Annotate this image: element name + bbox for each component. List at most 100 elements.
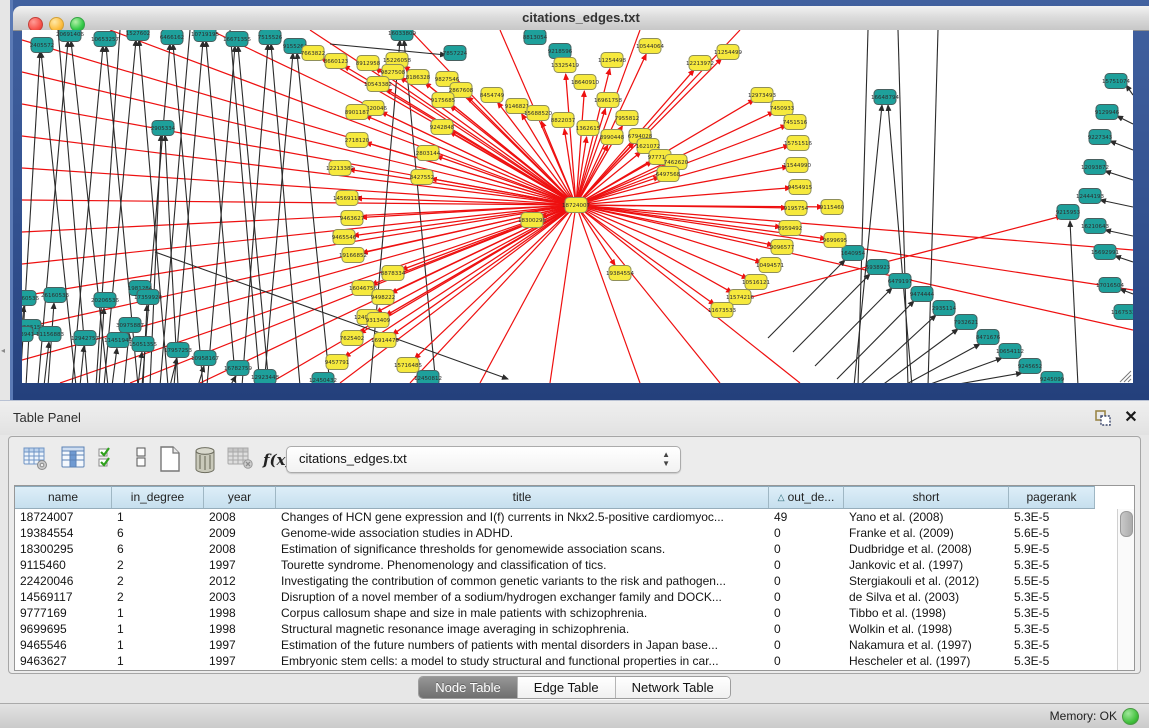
citation-edge[interactable] [576,205,773,245]
cell-pagerank[interactable]: 5.3E-5 [1009,509,1095,525]
cell-out-de-[interactable]: 0 [769,653,844,669]
splitter-collapse-icon[interactable]: ◂ [1,346,9,356]
cell-year[interactable]: 1997 [204,653,276,669]
column-header-in-degree[interactable]: in_degree [112,486,204,508]
citation-edge-black[interactable] [854,105,882,383]
cell-pagerank[interactable]: 5.5E-5 [1009,573,1095,589]
table-row[interactable]: 969969511998Structural magnetic resonanc… [15,621,1117,637]
tab-network-table[interactable]: Network Table [616,677,730,698]
citation-edge-black[interactable] [1115,256,1133,262]
cell-out-de-[interactable]: 0 [769,637,844,653]
cell-year[interactable]: 2012 [204,573,276,589]
resize-grip-icon[interactable] [1124,375,1131,382]
delete-icon[interactable] [191,445,219,475]
table-row[interactable]: 1938455462009Genome-wide association stu… [15,525,1117,541]
citation-edge[interactable] [576,205,1133,330]
select-rows-icon[interactable] [97,445,125,475]
citation-edge-black[interactable] [271,44,300,383]
citation-edge-black[interactable] [139,40,168,383]
cell-in-degree[interactable]: 2 [112,557,204,573]
table-row[interactable]: 977716911998Corpus callosum shape and si… [15,605,1117,621]
cell-out-de-[interactable]: 0 [769,541,844,557]
citation-edge[interactable] [576,205,615,265]
cell-short[interactable]: Tibbo et al. (1998) [844,605,1009,621]
cell-year[interactable]: 1997 [204,637,276,653]
cell-title[interactable]: Corpus callosum shape and size in male p… [276,605,769,621]
cell-out-de-[interactable]: 0 [769,589,844,605]
citation-edge-black[interactable] [925,358,1002,383]
cell-short[interactable]: Stergiakouli et al. (2012) [844,573,1009,589]
citation-edge-black[interactable] [112,348,117,383]
cell-year[interactable]: 2008 [204,509,276,525]
window-titlebar[interactable]: citations_edges.txt [13,6,1149,31]
citation-edge[interactable] [576,205,732,293]
table-row[interactable]: 2242004622012Investigating the contribut… [15,573,1117,589]
cell-year[interactable]: 2008 [204,541,276,557]
cell-in-degree[interactable]: 1 [112,509,204,525]
close-panel-icon[interactable]: ✕ [1121,408,1141,428]
cell-short[interactable]: de Silva et al. (2003) [844,589,1009,605]
cell-in-degree[interactable]: 2 [112,573,204,589]
cell-title[interactable]: Structural magnetic resonance image aver… [276,621,769,637]
cell-name[interactable]: 9699695 [15,621,112,637]
cell-name[interactable]: 14569117 [15,589,112,605]
citation-edge[interactable] [576,205,781,227]
cell-pagerank[interactable]: 5.3E-5 [1009,653,1095,669]
cell-pagerank[interactable]: 5.3E-5 [1009,589,1095,605]
column-edit-icon[interactable] [61,445,89,475]
cell-out-de-[interactable]: 0 [769,557,844,573]
cell-out-de-[interactable]: 0 [769,525,844,541]
cell-title[interactable]: Tourette syndrome. Phenomenology and cla… [276,557,769,573]
cell-short[interactable]: Wolkin et al. (1998) [844,621,1009,637]
cell-pagerank[interactable]: 5.3E-5 [1009,621,1095,637]
column-header-out-de-[interactable]: △out_de... [769,486,844,508]
cell-year[interactable]: 2003 [204,589,276,605]
citation-edge-black[interactable] [1117,116,1133,124]
delete-table-icon[interactable] [227,445,255,475]
new-file-icon[interactable] [157,445,185,475]
citation-edge[interactable] [576,205,800,383]
cell-in-degree[interactable]: 1 [112,605,204,621]
citation-edge[interactable] [480,205,576,383]
cell-short[interactable]: Jankovic et al. (1997) [844,557,1009,573]
cell-in-degree[interactable]: 6 [112,525,204,541]
cell-in-degree[interactable]: 6 [112,541,204,557]
citation-edge[interactable] [576,205,640,383]
citation-edge-black[interactable] [888,105,912,383]
cell-title[interactable]: Embryonic stem cells: a model to study s… [276,653,769,669]
citation-edge-black[interactable] [1126,85,1133,95]
cell-short[interactable]: Nakamura et al. (1997) [844,637,1009,653]
scrollbar-thumb[interactable] [1120,511,1133,537]
tab-edge-table[interactable]: Edge Table [518,677,616,698]
citation-edge-black[interactable] [859,315,936,383]
cell-name[interactable]: 9465546 [15,637,112,653]
cell-pagerank[interactable]: 5.3E-5 [1009,637,1095,653]
citation-edge[interactable] [576,205,761,262]
citation-edge[interactable] [550,205,576,383]
cell-title[interactable]: Estimation of significance thresholds fo… [276,541,769,557]
cell-short[interactable]: Franke et al. (2009) [844,525,1009,541]
citation-edge[interactable] [576,205,1133,250]
citation-network-graph[interactable]: 2405572206914061065325715276026466162107… [22,30,1133,383]
citation-edge[interactable] [392,205,576,335]
table-row[interactable]: 1830029562008Estimation of significance … [15,541,1117,557]
citation-edge-black[interactable] [903,344,980,383]
citation-edge-black[interactable] [947,373,1022,383]
citation-edge[interactable] [576,205,720,383]
cell-title[interactable]: Estimation of the future numbers of pati… [276,637,769,653]
cell-short[interactable]: Dudbridge et al. (2008) [844,541,1009,557]
cell-pagerank[interactable]: 5.3E-5 [1009,605,1095,621]
cell-name[interactable]: 9463627 [15,653,112,669]
cell-year[interactable]: 2009 [204,525,276,541]
cell-name[interactable]: 9115460 [15,557,112,573]
column-header-pagerank[interactable]: pagerank [1009,486,1095,508]
column-header-title[interactable]: title [276,486,769,508]
cell-in-degree[interactable]: 1 [112,637,204,653]
cell-name[interactable]: 9777169 [15,605,112,621]
citation-edge-black[interactable] [837,301,914,379]
cell-year[interactable]: 1998 [204,605,276,621]
cell-out-de-[interactable]: 0 [769,573,844,589]
table-row[interactable]: 946362711997Embryonic stem cells: a mode… [15,653,1117,669]
cell-pagerank[interactable]: 5.3E-5 [1009,557,1095,573]
cell-name[interactable]: 18724007 [15,509,112,525]
